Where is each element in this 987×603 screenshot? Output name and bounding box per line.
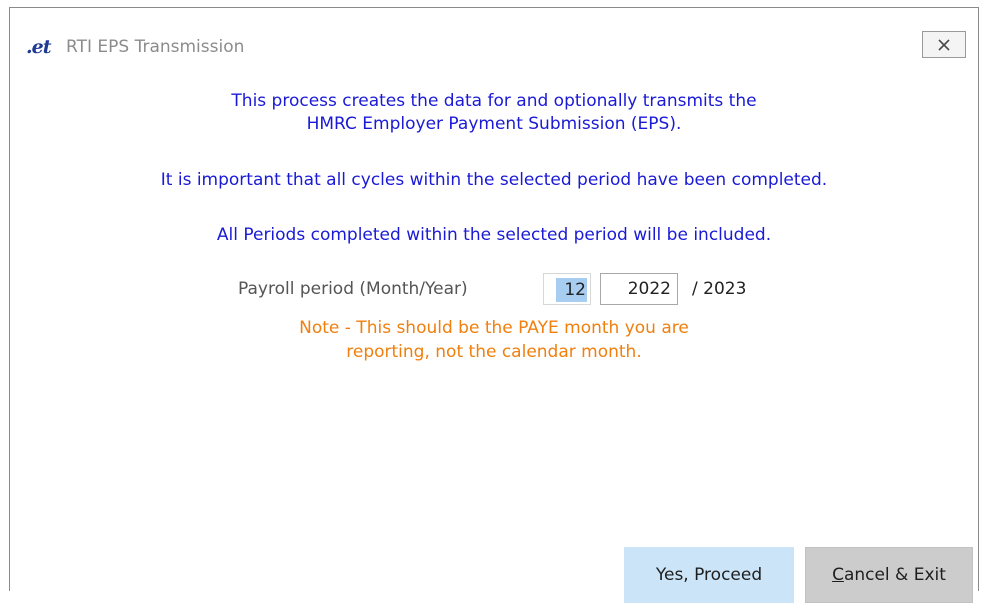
month-input[interactable]: 12 xyxy=(543,273,591,305)
paye-note-line-2: reporting, not the calendar month. xyxy=(346,342,642,362)
close-button[interactable] xyxy=(922,31,966,58)
year-suffix: / 2023 xyxy=(692,279,747,299)
cancel-exit-button[interactable]: Cancel & Exit xyxy=(805,547,973,603)
app-logo-icon: .et xyxy=(26,36,51,58)
paye-note-line-1: Note - This should be the PAYE month you… xyxy=(299,318,689,338)
proceed-button[interactable]: Yes, Proceed xyxy=(624,547,794,603)
payroll-period-row: Payroll period (Month/Year) 12 2022 / 20… xyxy=(10,271,978,305)
payroll-period-label: Payroll period (Month/Year) xyxy=(238,279,468,299)
intro-line-1: This process creates the data for and op… xyxy=(231,91,757,111)
year-input[interactable]: 2022 xyxy=(600,273,678,305)
cancel-label-rest: ancel & Exit xyxy=(843,565,946,585)
cancel-mnemonic: C xyxy=(832,565,844,585)
title-bar: .et RTI EPS Transmission xyxy=(10,8,978,82)
eps-dialog: .et RTI EPS Transmission This process cr… xyxy=(9,7,979,603)
window-title: RTI EPS Transmission xyxy=(66,37,245,57)
month-input-value: 12 xyxy=(556,278,587,302)
paye-note: Note - This should be the PAYE month you… xyxy=(10,316,978,364)
intro-text: This process creates the data for and op… xyxy=(10,90,978,136)
cycles-warning-text: It is important that all cycles within t… xyxy=(160,170,828,190)
close-icon xyxy=(938,38,950,51)
intro-line-2: HMRC Employer Payment Submission (EPS). xyxy=(306,114,682,134)
periods-included-text: All Periods completed within the selecte… xyxy=(216,225,772,245)
